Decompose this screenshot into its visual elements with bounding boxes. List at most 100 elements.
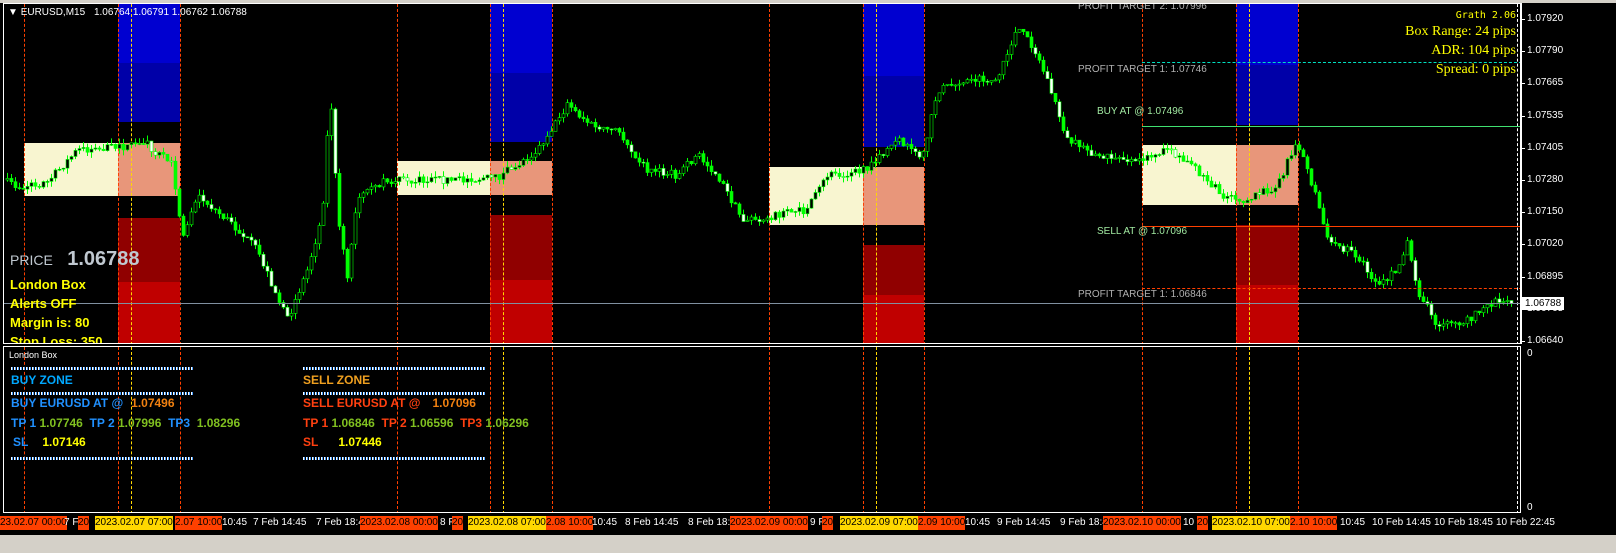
candle <box>665 170 670 179</box>
time-axis-label: 20 <box>78 516 90 530</box>
candle <box>321 201 326 226</box>
candle <box>1249 198 1254 203</box>
candle <box>773 211 778 221</box>
candle <box>1377 276 1382 286</box>
candle <box>845 170 850 182</box>
candle <box>161 147 166 159</box>
candle <box>297 288 302 303</box>
candle <box>69 155 74 162</box>
price-tick-label: 1.07405 <box>1527 141 1564 153</box>
candle <box>337 168 342 231</box>
candle <box>509 164 514 170</box>
candle <box>1353 246 1358 263</box>
candle <box>649 168 654 177</box>
price-tick <box>1521 147 1525 149</box>
spread: Spread: 0 pips <box>1435 62 1516 77</box>
candle <box>57 166 62 172</box>
london-box-subwindow[interactable]: London Box BUY ZONE BUY EURUSD AT @ 1.074… <box>3 346 1521 513</box>
candle <box>1089 144 1094 156</box>
candle <box>785 206 790 216</box>
price-tick-label: 1.07535 <box>1527 109 1564 121</box>
sell-tp1-label: TP 1 <box>303 416 329 430</box>
session-divider-line <box>769 347 770 512</box>
candle <box>1221 189 1226 202</box>
candle <box>221 213 226 221</box>
main-chart[interactable]: ▼ EURUSD,M15 1.06764 1.06791 1.06762 1.0… <box>3 3 1521 344</box>
candle <box>1157 153 1162 157</box>
time-axis-label: 7 F <box>64 517 79 528</box>
buy-at-line[interactable] <box>1142 126 1520 127</box>
candle <box>541 142 546 151</box>
candle <box>1081 142 1086 149</box>
candle <box>1433 312 1438 330</box>
candle <box>125 144 130 152</box>
candle <box>269 268 274 287</box>
candle <box>621 127 626 143</box>
candle <box>1025 31 1030 38</box>
candle <box>1237 198 1242 205</box>
candle <box>569 99 574 112</box>
candle <box>645 158 650 176</box>
time-axis-label: 8 Feb 18:4 <box>688 517 736 528</box>
candle <box>97 145 102 152</box>
candle <box>953 84 958 91</box>
sell-entry-value: 1.07096 <box>432 396 476 410</box>
candle <box>1177 153 1182 164</box>
candle <box>433 171 438 184</box>
candle <box>1245 197 1250 204</box>
time-axis-label: 2.08 10:00 <box>546 516 594 530</box>
candle <box>1117 155 1122 163</box>
candle <box>289 308 294 321</box>
candle <box>393 177 398 188</box>
candle <box>1449 319 1454 327</box>
candle <box>85 143 90 157</box>
time-axis-label: 20 <box>822 516 834 530</box>
candle <box>593 118 598 133</box>
candle <box>385 178 390 184</box>
candle <box>1037 51 1042 64</box>
candle <box>1405 236 1410 256</box>
time-axis-label: 7 Feb 14:45 <box>253 517 307 528</box>
candle <box>617 127 622 136</box>
candle <box>1357 254 1362 263</box>
pt1-up-label: PROFIT TARGET 1: 1.07746 <box>1078 64 1207 75</box>
candle <box>345 247 350 283</box>
price-tick <box>1521 212 1525 214</box>
candle <box>1409 239 1414 263</box>
price-tick-label: 1.07920 <box>1527 13 1564 24</box>
price-tick-label: 1.06895 <box>1527 270 1564 282</box>
candle <box>1189 157 1194 166</box>
candle <box>725 179 730 196</box>
candle <box>677 169 682 180</box>
session-divider-line <box>876 347 877 512</box>
dropdown-triangle-icon[interactable]: ▼ <box>8 7 18 18</box>
buy-at-label: BUY AT @ 1.07496 <box>1097 106 1184 117</box>
candle <box>777 210 782 224</box>
sell-at-line[interactable] <box>1142 226 1520 227</box>
candle <box>1373 273 1378 288</box>
candle <box>741 209 746 222</box>
candle <box>1337 243 1342 249</box>
candle <box>173 156 178 196</box>
candle <box>1121 151 1126 160</box>
candle <box>397 176 402 186</box>
candle <box>1297 140 1302 153</box>
price-tick-label: 1.07280 <box>1527 174 1564 185</box>
time-axis-label: 2023.02.09 00:00 <box>730 516 808 530</box>
candle <box>353 207 358 250</box>
candle <box>145 135 150 149</box>
session-divider-line <box>24 347 25 512</box>
price-tick <box>1521 276 1525 278</box>
candle <box>109 138 114 146</box>
candle <box>325 130 330 208</box>
candle <box>1425 296 1430 307</box>
candle <box>317 222 322 250</box>
candle <box>61 167 66 172</box>
candle <box>429 173 434 183</box>
box-name: London Box <box>10 277 86 292</box>
candle <box>1505 295 1510 306</box>
candle <box>1453 320 1458 329</box>
candle <box>1049 72 1054 95</box>
candle <box>209 198 214 212</box>
candle <box>1133 157 1138 162</box>
